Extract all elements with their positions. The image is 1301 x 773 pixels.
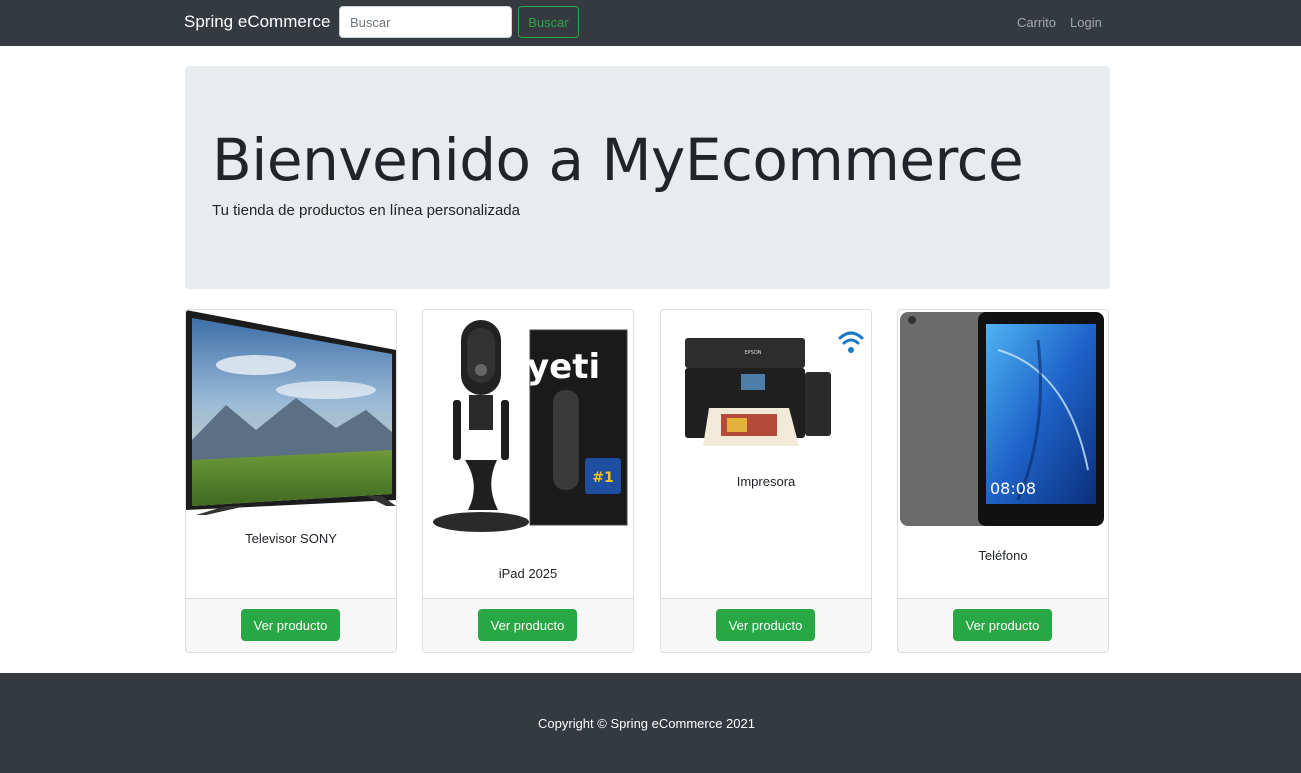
card-footer: Ver producto bbox=[423, 598, 633, 652]
top-navbar: Spring eCommerce Buscar Carrito Login bbox=[0, 0, 1301, 46]
card-footer: Ver producto bbox=[898, 598, 1108, 652]
nav-link-login[interactable]: Login bbox=[1070, 15, 1102, 30]
nav-link-cart[interactable]: Carrito bbox=[1017, 15, 1056, 30]
microphone-image: yeti #1 bbox=[433, 320, 628, 532]
svg-text:#1: #1 bbox=[592, 470, 613, 486]
product-card: Televisor SONY Ver producto bbox=[185, 309, 397, 653]
hero-title: Bienvenido a MyEcommerce bbox=[212, 126, 1024, 194]
box-brand-text: yeti bbox=[527, 347, 600, 387]
card-footer: Ver producto bbox=[661, 598, 871, 652]
printer-brand-text: EPSON bbox=[744, 350, 761, 356]
product-name: iPad 2025 bbox=[498, 566, 558, 581]
product-name: Televisor SONY bbox=[245, 531, 337, 546]
card-footer: Ver producto bbox=[186, 598, 396, 652]
search-button[interactable]: Buscar bbox=[518, 6, 579, 38]
search-input[interactable] bbox=[339, 6, 512, 38]
printer-image: EPSON bbox=[685, 331, 864, 446]
product-card: 08:08 Teléfono Ver producto bbox=[897, 309, 1109, 653]
product-name: Impresora bbox=[736, 474, 796, 489]
hero-jumbotron: Bienvenido a MyEcommerce Tu tienda de pr… bbox=[185, 66, 1110, 289]
hero-subtitle: Tu tienda de productos en línea personal… bbox=[212, 202, 520, 219]
view-product-button[interactable]: Ver producto bbox=[953, 609, 1052, 641]
view-product-button[interactable]: Ver producto bbox=[478, 609, 577, 641]
tablet-image: 08:08 bbox=[900, 312, 1104, 526]
product-card: yeti #1 iPad 2025 Ver producto bbox=[422, 309, 634, 653]
copyright-text: Copyright © Spring eCommerce 2021 bbox=[538, 716, 755, 731]
product-card: EPSON Impresora Ver producto bbox=[660, 309, 872, 653]
wifi-icon bbox=[838, 331, 864, 345]
view-product-button[interactable]: Ver producto bbox=[241, 609, 340, 641]
tv-image bbox=[186, 310, 396, 515]
product-name: Teléfono bbox=[978, 548, 1028, 563]
page-footer: Copyright © Spring eCommerce 2021 bbox=[0, 673, 1301, 773]
brand-link[interactable]: Spring eCommerce bbox=[184, 12, 330, 32]
view-product-button[interactable]: Ver producto bbox=[716, 609, 815, 641]
clock-text: 08:08 bbox=[990, 479, 1036, 498]
